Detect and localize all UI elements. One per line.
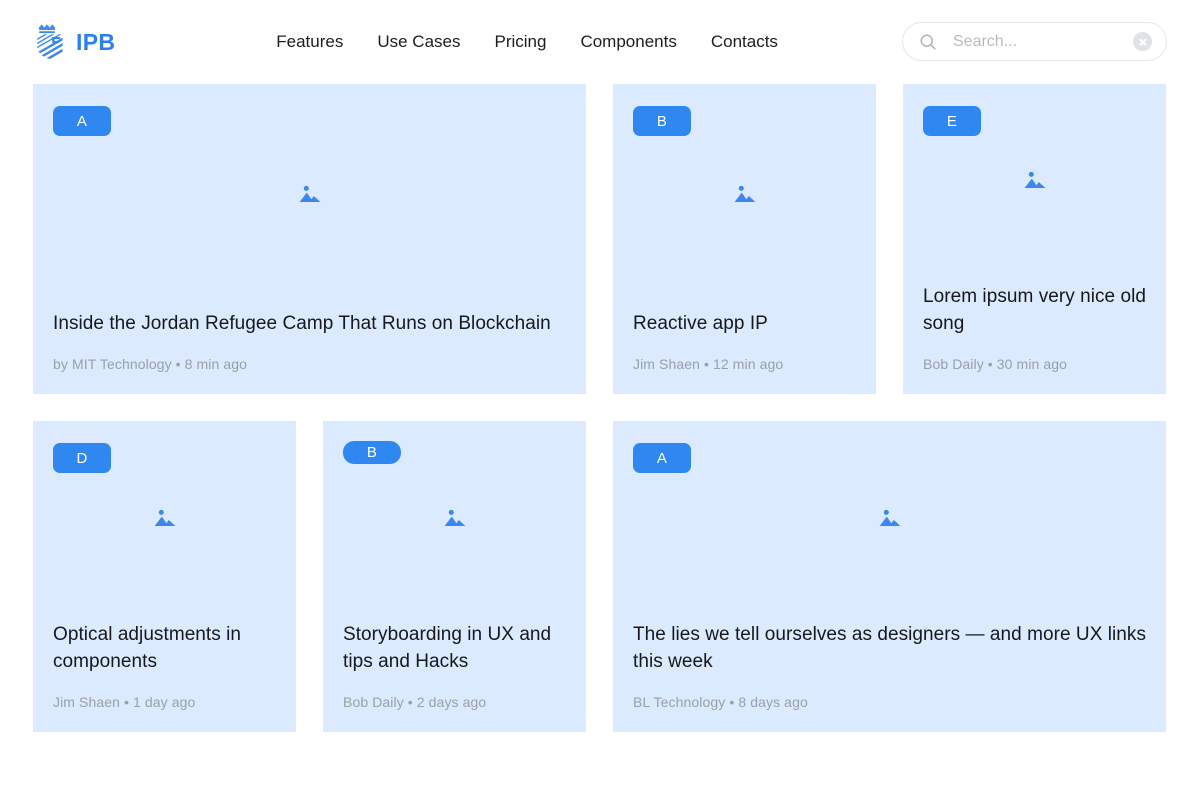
nav-item-features[interactable]: Features xyxy=(276,25,360,59)
image-placeholder-icon xyxy=(633,421,1146,621)
card-title: The lies we tell ourselves as designers … xyxy=(633,623,1146,673)
status-badge[interactable]: B xyxy=(343,441,401,464)
card-title: Inside the Jordan Refugee Camp That Runs… xyxy=(53,313,551,335)
card-meta: BL Technology • 8 days ago xyxy=(633,694,808,710)
search-input[interactable] xyxy=(953,32,1127,51)
nav-item-use-cases[interactable]: Use Cases xyxy=(360,25,477,59)
card-meta: Bob Daily • 30 min ago xyxy=(923,356,1068,372)
card-title: Optical adjustments in components xyxy=(53,623,242,673)
ipb-crest-icon xyxy=(37,24,63,59)
main-navigation: Features Use Cases Pricing Components Co… xyxy=(276,25,795,59)
nav-item-pricing[interactable]: Pricing xyxy=(477,25,563,59)
card-row: D Optical adjustments in components Jim … xyxy=(33,421,1167,732)
card-meta: Bob Daily • 2 days ago xyxy=(343,694,487,710)
article-card[interactable]: D Optical adjustments in components Jim … xyxy=(33,421,296,732)
article-card[interactable]: A The lies we tell ourselves as designer… xyxy=(613,421,1166,732)
article-card[interactable]: E Lorem ipsum very nice old song Bob Dai… xyxy=(903,84,1166,394)
search-icon xyxy=(920,33,936,50)
article-card[interactable]: B Storyboarding in UX and tips and Hacks… xyxy=(323,421,586,732)
brand-logo[interactable]: IPB xyxy=(33,21,115,63)
article-card-grid: A Inside the Jordan Refugee Camp That Ru… xyxy=(0,84,1200,732)
card-title: Lorem ipsum very nice old song xyxy=(923,285,1147,335)
nav-item-components[interactable]: Components xyxy=(563,25,693,59)
status-badge[interactable]: E xyxy=(923,106,981,136)
card-row: A Inside the Jordan Refugee Camp That Ru… xyxy=(33,84,1167,394)
status-badge[interactable]: A xyxy=(633,443,691,473)
image-placeholder-icon xyxy=(53,84,566,310)
article-card[interactable]: B Reactive app IP Jim Shaen • 12 min ago xyxy=(613,84,876,394)
card-meta: Jim Shaen • 12 min ago xyxy=(633,356,784,372)
clear-circle-icon[interactable] xyxy=(1133,32,1152,51)
card-title: Reactive app IP xyxy=(633,313,768,335)
search-box[interactable] xyxy=(902,22,1167,61)
status-badge[interactable]: A xyxy=(53,106,111,136)
card-meta: Jim Shaen • 1 day ago xyxy=(53,694,196,710)
card-title: Storyboarding in UX and tips and Hacks xyxy=(343,623,552,673)
article-card[interactable]: A Inside the Jordan Refugee Camp That Ru… xyxy=(33,84,586,394)
card-meta: by MIT Technology • 8 min ago xyxy=(53,356,248,372)
brand-name: IPB xyxy=(76,28,116,55)
status-badge[interactable]: B xyxy=(633,106,691,136)
nav-item-contacts[interactable]: Contacts xyxy=(694,25,795,59)
site-header: IPB Features Use Cases Pricing Component… xyxy=(0,0,1200,84)
status-badge[interactable]: D xyxy=(53,443,111,473)
